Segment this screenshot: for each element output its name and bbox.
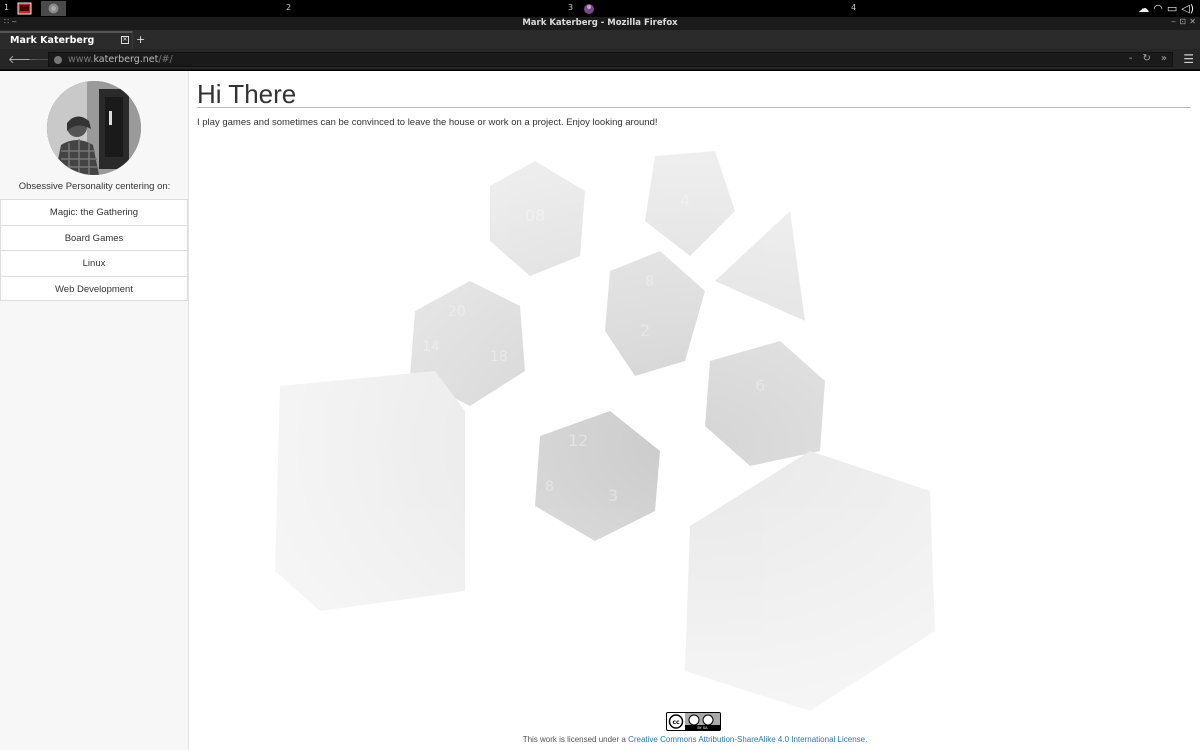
license-footer: This work is licensed under a Creative C…	[190, 735, 1200, 744]
tab-bar: Mark Katerberg ✕ +	[0, 31, 1200, 49]
minimize-icon[interactable]: ‒	[1171, 17, 1176, 26]
tab-label: Mark Katerberg	[10, 35, 95, 46]
navigation-bar: 🡐 🡒 www.katerberg.net/#/ - ↻ » ☰	[0, 49, 1200, 70]
site-identity-icon[interactable]	[54, 56, 62, 64]
avatar	[47, 81, 141, 175]
hamburger-menu-icon[interactable]: ☰	[1183, 52, 1194, 66]
system-tray: ☁ ◠ ▭ ◁)	[1138, 1, 1194, 16]
battery-icon[interactable]: ▭	[1167, 1, 1177, 16]
license-text: This work is licensed under a	[522, 735, 626, 744]
svg-text:cc: cc	[672, 719, 680, 726]
creative-commons-badge-icon[interactable]: cc BY SA	[666, 712, 721, 731]
license-link[interactable]: Creative Commons Attribution-ShareAlike …	[628, 735, 867, 744]
title-divider	[197, 107, 1191, 108]
sidebar-nav: Magic: the Gathering Board Games Linux W…	[0, 199, 188, 301]
tab-mark-katerberg[interactable]: Mark Katerberg ✕	[0, 31, 133, 49]
url-text[interactable]: www.katerberg.net/#/	[68, 54, 173, 65]
volume-icon[interactable]: ◁)	[1181, 1, 1194, 16]
wifi-icon[interactable]: ◠	[1153, 1, 1163, 16]
sidebar-item-board-games[interactable]: Board Games	[0, 224, 188, 250]
terminal-app-icon[interactable]	[16, 1, 34, 16]
sidebar-item-magic[interactable]: Magic: the Gathering	[0, 199, 188, 225]
close-tab-icon[interactable]: ✕	[121, 36, 129, 44]
overflow-chevron-icon[interactable]: »	[1161, 53, 1167, 64]
workspace-1[interactable]: 1	[4, 3, 9, 12]
system-taskbar: 1 2 3 4 ☁ ◠ ▭ ◁)	[0, 0, 1200, 17]
maximize-icon[interactable]: ⊡	[1179, 17, 1186, 26]
workspace-2[interactable]: 2	[286, 3, 291, 12]
intro-text: I play games and sometimes can be convin…	[197, 117, 658, 128]
firefox-app-icon[interactable]	[41, 1, 66, 16]
svg-text:BY SA: BY SA	[697, 726, 708, 730]
window-titlebar: ∷ ‒ Mark Katerberg - Mozilla Firefox ‒ ⊡…	[0, 17, 1200, 31]
sidebar-tagline: Obsessive Personality centering on:	[18, 181, 171, 192]
sidebar-item-linux[interactable]: Linux	[0, 250, 188, 276]
workspace-4[interactable]: 4	[851, 3, 856, 12]
game-app-icon[interactable]	[581, 1, 597, 16]
main-content: 08 4 20 14 18 2 8 12 3 8 6 Hi There I pl…	[190, 71, 1200, 750]
sidebar-item-web-development[interactable]: Web Development	[0, 275, 188, 301]
window-title: Mark Katerberg - Mozilla Firefox	[522, 18, 678, 28]
updates-icon[interactable]: ☁	[1138, 1, 1149, 16]
web-page: Obsessive Personality centering on: Magi…	[0, 71, 1200, 750]
close-window-icon[interactable]: ✕	[1189, 17, 1196, 26]
workspace-3[interactable]: 3	[568, 3, 573, 12]
url-bar[interactable]: www.katerberg.net/#/ - ↻ »	[48, 52, 1173, 67]
page-title: Hi There	[197, 79, 297, 109]
new-tab-button[interactable]: +	[136, 33, 145, 46]
sidebar: Obsessive Personality centering on: Magi…	[0, 71, 189, 750]
dice-background-image: 08 4 20 14 18 2 8 12 3 8 6	[190, 71, 1200, 750]
dropdown-icon[interactable]: -	[1129, 53, 1133, 64]
reload-icon[interactable]: ↻	[1142, 53, 1150, 64]
